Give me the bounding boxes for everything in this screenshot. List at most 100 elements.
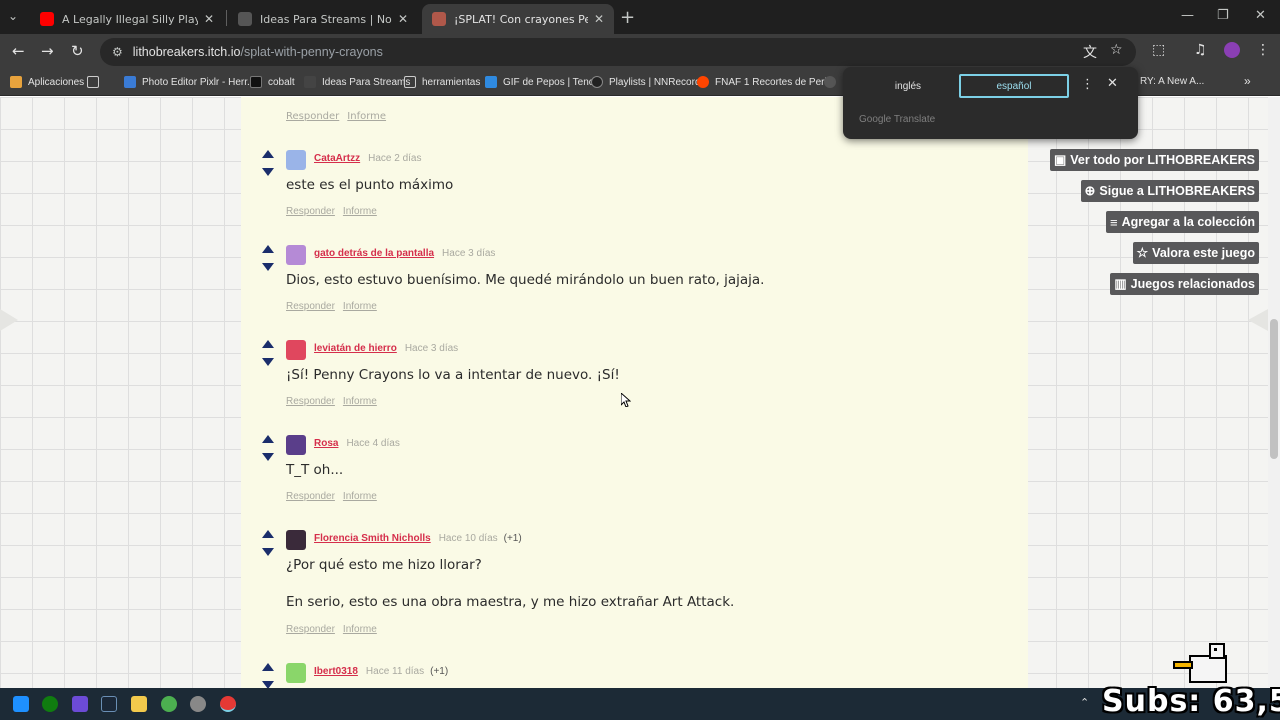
app-icon[interactable]	[72, 696, 88, 712]
avatar[interactable]	[286, 340, 306, 360]
comment-actions: Responder Informe	[286, 111, 394, 122]
more-options-icon[interactable]: ⋮	[1081, 77, 1094, 92]
downvote-icon[interactable]	[262, 453, 274, 461]
bookmark-nnrecords[interactable]: Playlists | NNRecords	[591, 76, 706, 88]
button-label: Sigue a LITHOBREAKERS	[1099, 184, 1255, 198]
related-games-button[interactable]: ▥ Juegos relacionados	[1110, 273, 1259, 295]
reply-link[interactable]: Responder	[286, 396, 335, 407]
file-explorer-icon[interactable]	[131, 696, 147, 712]
author-link[interactable]: Rosa	[314, 438, 338, 449]
notion-icon	[304, 76, 316, 88]
reload-icon[interactable]: ↻	[71, 42, 84, 60]
upvote-icon[interactable]	[262, 530, 274, 538]
reply-link[interactable]: Responder	[286, 624, 335, 635]
author-link[interactable]: CataArtzz	[314, 153, 360, 164]
bookmark-globe[interactable]	[824, 76, 842, 88]
tab-notion[interactable]: Ideas Para Streams | Notion ✕	[228, 4, 418, 34]
tab-search-icon[interactable]: ⌄	[8, 9, 18, 23]
youtube-icon	[40, 12, 54, 26]
site-info-icon[interactable]: ⚙	[112, 45, 123, 59]
source-language-tab[interactable]: inglés	[859, 74, 957, 98]
comment-time: Hace 2 días	[368, 153, 422, 164]
upvote-icon[interactable]	[262, 435, 274, 443]
report-link[interactable]: Informe	[343, 396, 377, 407]
author-link[interactable]: gato detrás de la pantalla	[314, 248, 434, 259]
bookmark-apps[interactable]: Aplicaciones	[10, 76, 84, 88]
bookmark-grid[interactable]	[87, 76, 105, 88]
reply-link[interactable]: Responder	[286, 301, 335, 312]
report-link[interactable]: Informe	[343, 491, 377, 502]
avatar[interactable]	[286, 663, 306, 683]
author-link[interactable]: leviatán de hierro	[314, 343, 397, 354]
button-label: Valora este juego	[1152, 246, 1255, 260]
bookmark-star-icon[interactable]: ☆	[1110, 42, 1123, 58]
bookmark-cobalt[interactable]: cobalt	[250, 76, 295, 88]
forward-icon[interactable]: →	[41, 42, 54, 60]
author-link[interactable]: Ibert0318	[314, 666, 358, 677]
bookmark-tenor[interactable]: GIF de Pepos | Tenor	[485, 76, 598, 88]
window-close-icon[interactable]: ✕	[1255, 8, 1266, 23]
media-control-icon[interactable]: ♫	[1194, 42, 1207, 58]
report-link[interactable]: Informe	[343, 624, 377, 635]
upvote-icon[interactable]	[262, 245, 274, 253]
more-bookmarks-icon[interactable]: »	[1244, 74, 1251, 88]
report-link[interactable]: Informe	[343, 206, 377, 217]
translate-icon[interactable]: 文	[1083, 42, 1097, 62]
author-link[interactable]: Florencia Smith Nicholls	[314, 533, 431, 544]
downvote-icon[interactable]	[262, 168, 274, 176]
bookmark-ideas[interactable]: Ideas Para Streams	[304, 76, 410, 88]
scroll-thumb[interactable]	[1270, 319, 1278, 459]
avatar[interactable]	[286, 245, 306, 265]
obs-icon[interactable]	[190, 696, 206, 712]
chrome-icon[interactable]	[161, 696, 177, 712]
minimize-icon[interactable]: —	[1181, 8, 1194, 23]
bookmark-folder-herramientas[interactable]: herramientas	[404, 76, 480, 88]
close-icon[interactable]: ✕	[398, 12, 408, 26]
back-icon[interactable]: ←	[12, 42, 25, 60]
tab-splat-active[interactable]: ¡SPLAT! Con crayones Penny de LITHO ✕	[422, 4, 614, 34]
xbox-icon[interactable]	[42, 696, 58, 712]
windows-start-icon[interactable]	[13, 696, 29, 712]
close-icon[interactable]: ✕	[1107, 76, 1118, 91]
downvote-icon[interactable]	[262, 263, 274, 271]
close-icon[interactable]: ✕	[204, 12, 214, 26]
chrome-active-icon[interactable]	[220, 696, 236, 712]
downvote-icon[interactable]	[262, 548, 274, 556]
avatar[interactable]	[286, 435, 306, 455]
downvote-icon[interactable]	[262, 681, 274, 688]
upvote-icon[interactable]	[262, 150, 274, 158]
mouse-cursor-icon	[621, 393, 631, 407]
upvote-icon[interactable]	[262, 340, 274, 348]
tray-overflow-icon[interactable]: ⌃	[1080, 696, 1089, 709]
avatar[interactable]	[286, 150, 306, 170]
view-all-button[interactable]: ▣ Ver todo por LITHOBREAKERS	[1049, 149, 1259, 171]
menu-icon[interactable]: ⋮	[1256, 42, 1270, 58]
target-language-tab[interactable]: español	[959, 74, 1069, 98]
address-bar[interactable]: ⚙ lithobreakers.itch.io/splat-with-penny…	[100, 38, 1136, 66]
tab-youtube-playlist[interactable]: A Legally Illegal Silly Playlist to Comm…	[30, 4, 224, 34]
reply-link[interactable]: Responder	[286, 491, 335, 502]
downvote-icon[interactable]	[262, 358, 274, 366]
comment-actions: Responder Informe	[286, 491, 385, 502]
rate-game-button[interactable]: ☆ Valora este juego	[1132, 242, 1259, 264]
profile-avatar[interactable]	[1224, 42, 1240, 58]
report-link[interactable]: Informe	[343, 301, 377, 312]
reply-link[interactable]: Responder	[286, 111, 339, 122]
bookmark-new-a[interactable]: RY: A New A...	[1140, 76, 1204, 87]
vote-controls	[259, 340, 277, 376]
avatar[interactable]	[286, 530, 306, 550]
report-link[interactable]: Informe	[347, 111, 386, 122]
extensions-icon[interactable]: ⬚	[1152, 42, 1165, 58]
reply-link[interactable]: Responder	[286, 206, 335, 217]
upvote-icon[interactable]	[262, 663, 274, 671]
maximize-icon[interactable]: ❐	[1217, 8, 1229, 23]
bookmark-fnaf[interactable]: FNAF 1 Recortes de Peri...	[697, 76, 835, 88]
close-icon[interactable]: ✕	[594, 12, 604, 26]
bookmark-pixlr[interactable]: Photo Editor Pixlr - Herr...	[124, 76, 255, 88]
new-tab-icon[interactable]: +	[620, 7, 635, 28]
follow-button[interactable]: ⊕ Sigue a LITHOBREAKERS	[1080, 180, 1259, 202]
page-scrollbar[interactable]	[1268, 97, 1280, 688]
steam-icon[interactable]	[101, 696, 117, 712]
add-to-collection-button[interactable]: ≡ Agregar a la colección	[1106, 211, 1259, 233]
notion-icon	[238, 12, 252, 26]
